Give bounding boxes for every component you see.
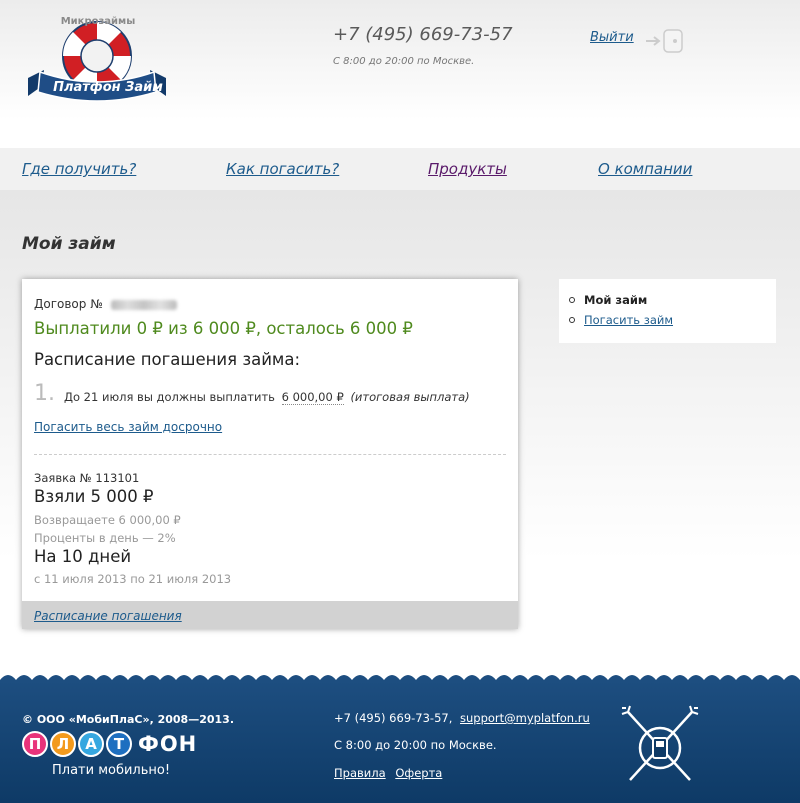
header-phone: +7 (495) 669-73-57 <box>333 24 513 45</box>
platfon-brand-logo[interactable]: П Л А Т ФОН <box>22 731 197 757</box>
sidebar-item-label[interactable]: Погасить займ <box>584 313 673 327</box>
loan-amount: Взяли 5 000 ₽ <box>34 487 154 506</box>
card-footer: Расписание погашения <box>22 601 518 629</box>
sidebar-item-label: Мой займ <box>584 293 648 307</box>
header-hours: С 8:00 до 20:00 по Москве. <box>333 56 475 67</box>
contract-label: Договор № <box>34 297 103 311</box>
schedule-item-note: (итоговая выплата) <box>350 390 470 404</box>
footer-contacts: +7 (495) 669-73-57, support@myplatfon.ru <box>334 711 590 725</box>
divider <box>34 454 506 455</box>
sidebar-item-repay[interactable]: Погасить займ <box>569 313 673 327</box>
daily-interest: Проценты в день — 2% <box>34 531 176 545</box>
application-number: Заявка № 113101 <box>34 471 140 485</box>
brand-rest: ФОН <box>138 732 198 756</box>
brand-letter: А <box>78 731 104 757</box>
slogan: Плати мобильно! <box>52 763 171 778</box>
repayment-schedule-link[interactable]: Расписание погашения <box>34 609 182 623</box>
trident-emblem-icon <box>621 705 699 781</box>
sidebar: Мой займ Погасить займ <box>559 279 776 343</box>
paid-summary: Выплатили 0 ₽ из 6 000 ₽, осталось 6 000… <box>34 319 413 338</box>
brand-letter: Т <box>106 731 132 757</box>
nav-where-to-get[interactable]: Где получить? <box>22 160 136 178</box>
page: Микрозаймы Платфон Займ +7 (495) 669-73-… <box>0 0 800 803</box>
schedule-item-amount: 6 000,00 ₽ <box>281 390 344 405</box>
offer-link[interactable]: Оферта <box>395 766 442 780</box>
sidebar-item-my-loan: Мой займ <box>569 293 673 307</box>
return-amount: Возвращаете 6 000,00 ₽ <box>34 513 181 527</box>
schedule-item-text: До 21 июля вы должны выплатить <box>64 390 275 404</box>
page-title: Мой займ <box>22 234 116 254</box>
logo-brand-name: Платфон Займ <box>53 80 163 95</box>
copyright: © ООО «МобиПлаС», 2008—2013. <box>22 713 234 726</box>
logout-link[interactable]: Выйти <box>590 30 634 45</box>
brand-letter: Л <box>50 731 76 757</box>
footer-phone: +7 (495) 669-73-57, <box>334 711 453 725</box>
loan-card: Договор № Выплатили 0 ₽ из 6 000 ₽, оста… <box>22 279 518 629</box>
logo[interactable]: Микрозаймы Платфон Займ <box>22 12 172 112</box>
rules-link[interactable]: Правила <box>334 766 386 780</box>
bullet-icon <box>569 317 575 323</box>
footer-links: Правила Оферта <box>334 766 448 780</box>
schedule-item-number: 1. <box>34 381 55 406</box>
nav-about[interactable]: О компании <box>598 160 692 178</box>
contract-number-redacted <box>110 299 177 310</box>
nav-products[interactable]: Продукты <box>428 160 507 178</box>
schedule-item: До 21 июля вы должны выплатить 6 000,00 … <box>64 390 470 405</box>
nav-how-to-repay[interactable]: Как погасить? <box>226 160 339 178</box>
logout-door-icon[interactable] <box>644 27 686 55</box>
logo-caption-top: Микрозаймы <box>60 16 136 27</box>
schedule-title: Расписание погашения займа: <box>34 350 301 369</box>
main-nav: Где получить? Как погасить? Продукты О к… <box>0 148 800 190</box>
support-email-link[interactable]: support@myplatfon.ru <box>460 711 590 725</box>
early-repay-link[interactable]: Погасить весь займ досрочно <box>34 420 222 434</box>
lifebuoy-logo-icon <box>28 21 166 102</box>
contract-number: Договор № <box>34 297 177 311</box>
footer-hours: С 8:00 до 20:00 по Москве. <box>334 738 497 752</box>
loan-dates: с 11 июля 2013 по 21 июля 2013 <box>34 572 232 586</box>
bullet-icon <box>569 297 575 303</box>
brand-letter: П <box>22 731 48 757</box>
loan-term: На 10 дней <box>34 547 132 566</box>
